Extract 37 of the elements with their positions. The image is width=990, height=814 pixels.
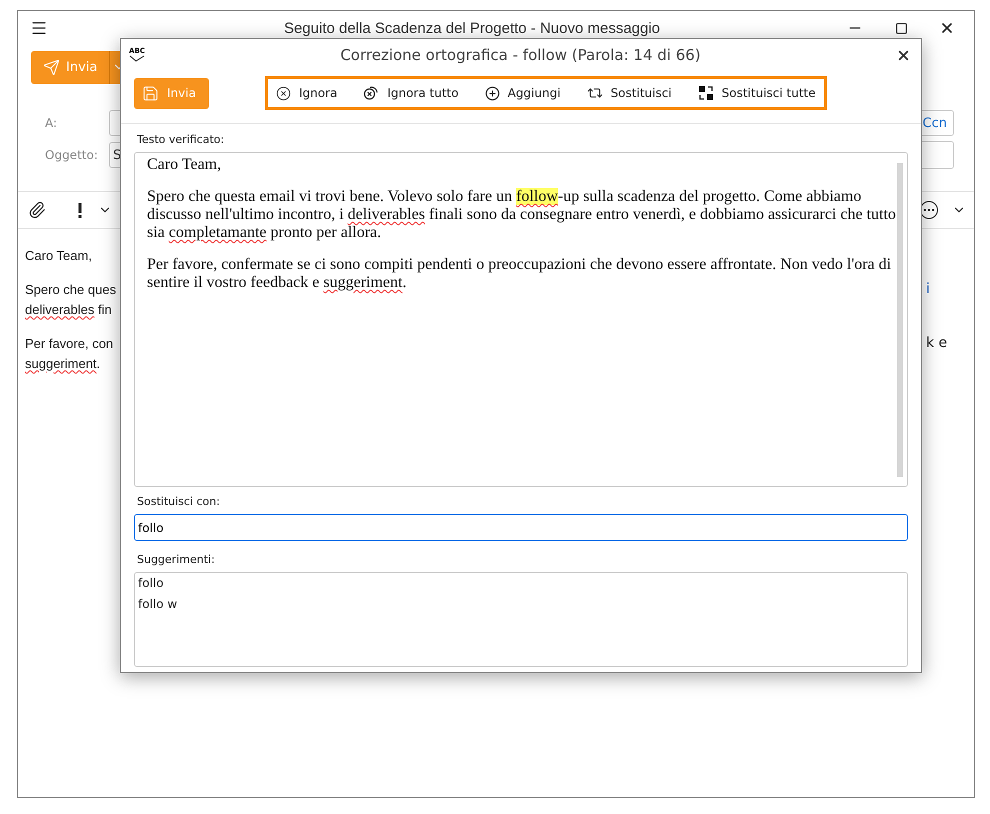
window-title: Seguito della Scadenza del Progetto - Nuovo messaggio	[282, 20, 662, 36]
replace-all-icon	[698, 85, 714, 101]
message-text: deliverables fin	[25, 302, 113, 316]
checked-text-area[interactable]	[134, 152, 908, 487]
maximize-icon[interactable]	[894, 22, 908, 34]
replace-label: Sostituisci con:	[137, 495, 221, 508]
action-button[interactable]: Ignora	[276, 86, 338, 100]
message-text: Caro Team,	[25, 248, 93, 262]
action-button[interactable]: Sostituisci	[586, 85, 672, 101]
ignore-icon	[276, 86, 291, 100]
action-button[interactable]: Ignora tutto	[363, 85, 459, 101]
checked-text: Spero che questa email vi trovi bene. Volevo solo fare un follow-up sulla scadenza del progetto. Come abbiamo discusso nell'ultimo incontro, i deliverables finali sono da consegnare entro venerdì, e dobbiamo assicurarci che tutto sia completamante pronto per allora.	[147, 188, 897, 242]
save-icon	[142, 84, 159, 102]
suggestion-item[interactable]: follo	[138, 575, 904, 596]
replace-field[interactable]: follo	[134, 514, 908, 541]
send-icon	[43, 58, 60, 76]
dialog-title: Correzione ortografica - follow (Parola: 14 di 66)	[339, 46, 702, 64]
menu-icon[interactable]	[30, 19, 48, 37]
message-text: Spero che ques	[25, 282, 118, 296]
to-label: A:	[45, 116, 58, 130]
checked-text-label: Testo verificato:	[137, 133, 226, 146]
subject-label: Oggetto:	[45, 148, 99, 162]
action-button[interactable]: Sostituisci tutte	[698, 85, 816, 101]
suggestion-item[interactable]: follo w	[138, 596, 904, 617]
attach-icon[interactable]	[28, 201, 46, 219]
add-icon	[484, 86, 500, 100]
action-button[interactable]: Aggiungi	[484, 86, 561, 100]
checked-text: Caro Team,	[147, 156, 222, 174]
message-text: i	[926, 281, 931, 297]
message-text: Per favore, con	[25, 336, 114, 350]
checked-text: Per favore, confermate se ci sono compiti pendenti o preoccupazioni che devono essere affrontate. Non vedo l'ora di sentire il vostro feedback e suggeriment.	[147, 256, 892, 292]
message-text: k e	[926, 335, 948, 351]
importance-icon[interactable]	[76, 202, 84, 218]
suggestions-label: Suggerimenti:	[137, 553, 216, 566]
ignore-all-icon	[363, 85, 380, 101]
message-text: suggeriment.	[25, 356, 102, 370]
scrollbar[interactable]	[897, 163, 903, 477]
